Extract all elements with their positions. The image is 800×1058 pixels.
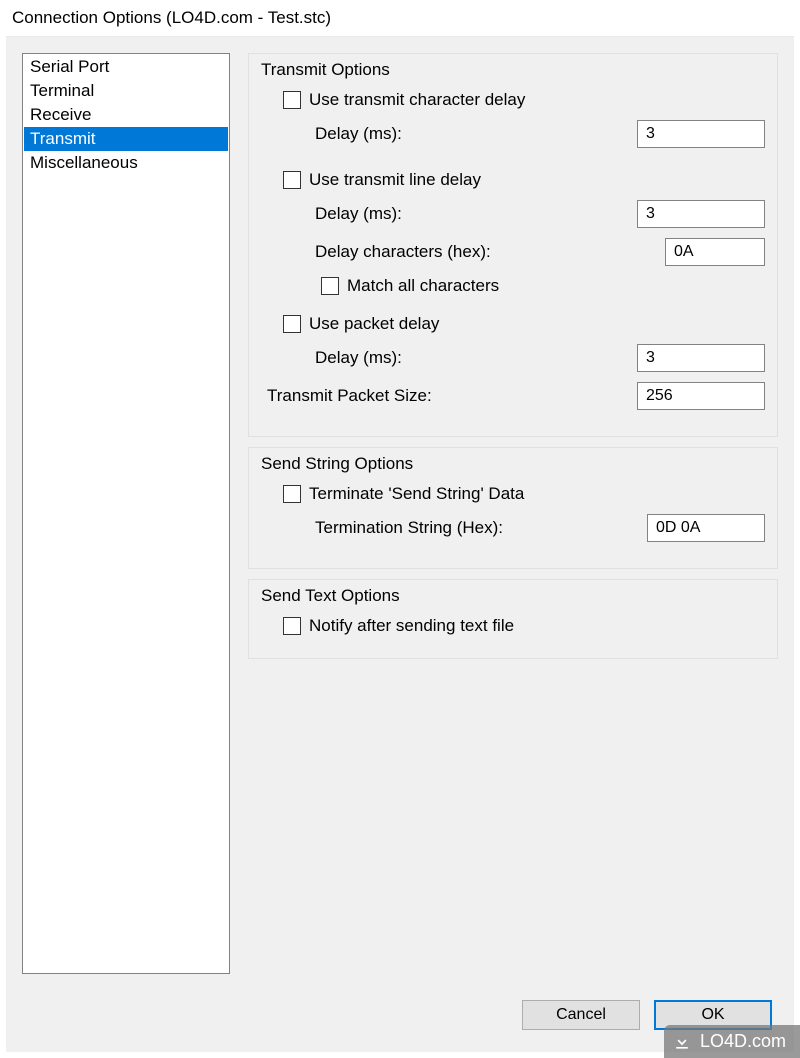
input-packet-delay[interactable] — [637, 344, 765, 372]
cancel-button[interactable]: Cancel — [522, 1000, 640, 1030]
label-packet-size: Transmit Packet Size: — [267, 386, 637, 406]
label-packet-delay-ms: Delay (ms): — [315, 348, 637, 368]
sidebar-item-receive[interactable]: Receive — [24, 103, 228, 127]
sidebar-item-serial-port[interactable]: Serial Port — [24, 55, 228, 79]
row-delay-chars: Delay characters (hex): — [261, 238, 765, 266]
row-packet-delay-value: Delay (ms): — [261, 344, 765, 372]
label-terminate: Terminate 'Send String' Data — [309, 484, 765, 504]
row-char-delay: Use transmit character delay — [261, 90, 765, 110]
row-terminate: Terminate 'Send String' Data — [261, 484, 765, 504]
row-packet-size: Transmit Packet Size: — [261, 382, 765, 410]
checkbox-match-all[interactable] — [321, 277, 339, 295]
label-delay-chars: Delay characters (hex): — [315, 242, 665, 262]
transmit-options-group: Transmit Options Use transmit character … — [248, 53, 778, 437]
checkbox-terminate[interactable] — [283, 485, 301, 503]
label-term-string: Termination String (Hex): — [315, 518, 647, 538]
input-line-delay[interactable] — [637, 200, 765, 228]
row-packet-delay: Use packet delay — [261, 314, 765, 334]
label-char-delay: Use transmit character delay — [309, 90, 765, 110]
row-line-delay-value: Delay (ms): — [261, 200, 765, 228]
send-string-title: Send String Options — [261, 454, 765, 474]
sidebar-item-miscellaneous[interactable]: Miscellaneous — [24, 151, 228, 175]
sidebar-item-terminal[interactable]: Terminal — [24, 79, 228, 103]
send-text-title: Send Text Options — [261, 586, 765, 606]
input-term-string[interactable] — [647, 514, 765, 542]
label-char-delay-ms: Delay (ms): — [315, 124, 637, 144]
row-match-all: Match all characters — [261, 276, 765, 296]
transmit-options-title: Transmit Options — [261, 60, 765, 80]
watermark-text: LO4D.com — [700, 1031, 786, 1052]
label-packet-delay: Use packet delay — [309, 314, 765, 334]
label-match-all: Match all characters — [347, 276, 765, 296]
sidebar-item-transmit[interactable]: Transmit — [24, 127, 228, 151]
download-icon — [672, 1032, 692, 1052]
dialog-body: Serial Port Terminal Receive Transmit Mi… — [6, 36, 794, 1052]
row-notify: Notify after sending text file — [261, 616, 765, 636]
input-delay-chars[interactable] — [665, 238, 765, 266]
label-notify: Notify after sending text file — [309, 616, 765, 636]
row-term-string: Termination String (Hex): — [261, 514, 765, 542]
row-line-delay: Use transmit line delay — [261, 170, 765, 190]
input-packet-size[interactable] — [637, 382, 765, 410]
checkbox-char-delay[interactable] — [283, 91, 301, 109]
content-area: Serial Port Terminal Receive Transmit Mi… — [6, 37, 794, 990]
window-title: Connection Options (LO4D.com - Test.stc) — [0, 0, 800, 34]
send-text-group: Send Text Options Notify after sending t… — [248, 579, 778, 659]
checkbox-notify[interactable] — [283, 617, 301, 635]
main-panel: Transmit Options Use transmit character … — [248, 53, 778, 974]
label-line-delay-ms: Delay (ms): — [315, 204, 637, 224]
send-string-group: Send String Options Terminate 'Send Stri… — [248, 447, 778, 569]
category-sidebar: Serial Port Terminal Receive Transmit Mi… — [22, 53, 230, 974]
input-char-delay[interactable] — [637, 120, 765, 148]
label-line-delay: Use transmit line delay — [309, 170, 765, 190]
watermark: LO4D.com — [664, 1025, 800, 1058]
checkbox-packet-delay[interactable] — [283, 315, 301, 333]
checkbox-line-delay[interactable] — [283, 171, 301, 189]
row-char-delay-value: Delay (ms): — [261, 120, 765, 148]
